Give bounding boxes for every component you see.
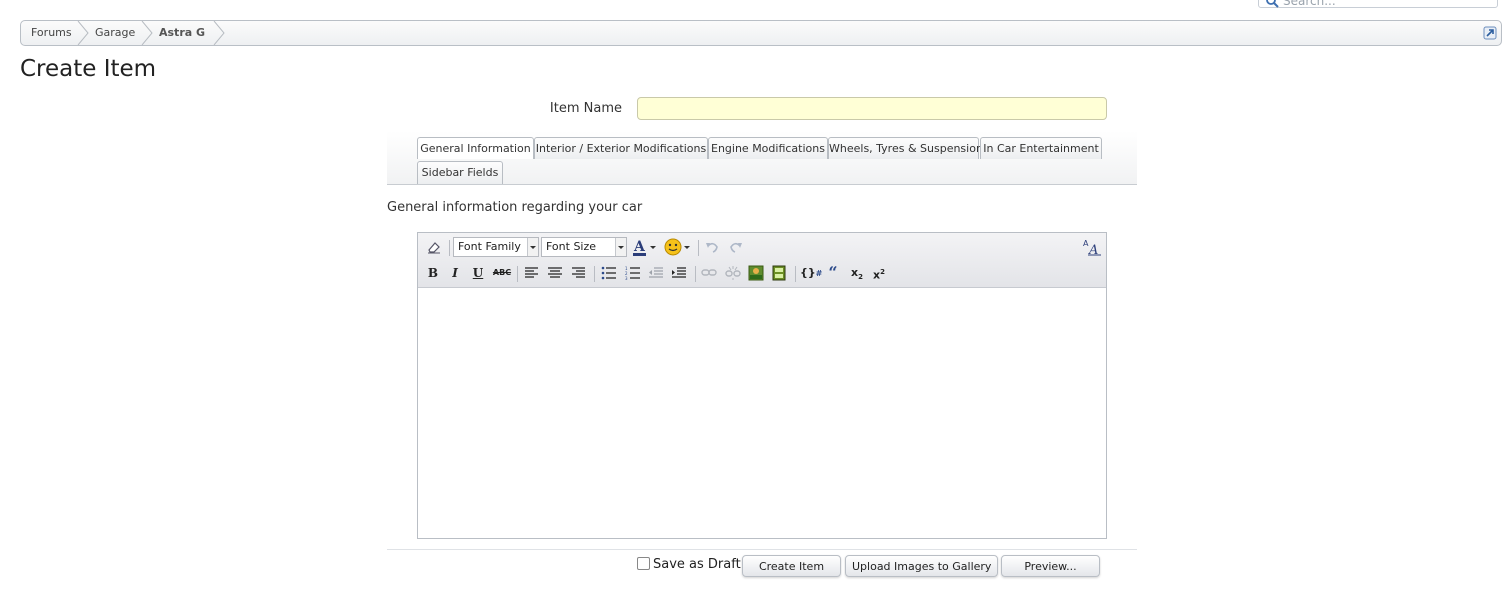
- search-icon: [1266, 0, 1279, 8]
- italic-icon[interactable]: I: [445, 263, 465, 283]
- tab-description: General information regarding your car: [387, 200, 643, 215]
- font-family-label: Font Family: [458, 240, 521, 253]
- upload-images-button[interactable]: Upload Images to Gallery: [845, 555, 998, 577]
- align-left-icon[interactable]: [522, 263, 542, 283]
- breadcrumb: Forums Garage Astra G: [20, 20, 1502, 46]
- tab-general-information[interactable]: General Information: [417, 137, 534, 159]
- breadcrumb-astra-g[interactable]: Astra G: [159, 21, 205, 45]
- save-as-draft-checkbox[interactable]: [637, 557, 650, 570]
- editor-toolbar: Font Family Font Size A AA B I U ABC 1 2…: [418, 233, 1106, 288]
- chevron-down-icon[interactable]: [682, 237, 692, 257]
- tab-bar: General Information Interior / Exterior …: [387, 131, 1137, 185]
- breadcrumb-garage[interactable]: Garage: [95, 21, 135, 45]
- jump-to-icon[interactable]: [1483, 26, 1497, 40]
- smiley-icon[interactable]: [663, 237, 683, 257]
- font-size-label: Font Size: [546, 240, 597, 253]
- rich-text-editor: Font Family Font Size A AA B I U ABC 1 2…: [417, 232, 1107, 539]
- media-icon[interactable]: [769, 263, 789, 283]
- page-title: Create Item: [20, 56, 157, 82]
- create-item-button[interactable]: Create Item: [742, 555, 841, 577]
- quote-icon[interactable]: “: [823, 263, 843, 283]
- subscript-icon[interactable]: x2: [847, 263, 867, 283]
- tab-wheels-tyres-suspension[interactable]: Wheels, Tyres & Suspension: [828, 137, 983, 159]
- toolbar-separator: [449, 240, 450, 256]
- underline-icon[interactable]: U: [468, 263, 488, 283]
- chevron-down-icon: [615, 238, 626, 256]
- outdent-icon[interactable]: [646, 263, 666, 283]
- save-as-draft-label[interactable]: Save as Draft: [653, 557, 741, 572]
- chevron-down-icon: [527, 238, 538, 256]
- tab-sidebar-fields[interactable]: Sidebar Fields: [417, 161, 503, 184]
- search-placeholder: Search...: [1283, 0, 1336, 8]
- breadcrumb-separator-icon: [141, 21, 153, 45]
- link-icon[interactable]: [699, 263, 719, 283]
- toggle-format-icon[interactable]: AA: [1082, 237, 1102, 258]
- remove-format-icon[interactable]: [424, 237, 444, 257]
- image-icon[interactable]: [746, 263, 766, 283]
- breadcrumb-separator-icon: [77, 21, 89, 45]
- toolbar-separator: [795, 266, 796, 282]
- tab-engine-modifications[interactable]: Engine Modifications: [708, 137, 828, 159]
- tab-in-car-entertainment[interactable]: In Car Entertainment: [980, 137, 1102, 159]
- code-icon[interactable]: {}#: [800, 263, 822, 283]
- undo-icon[interactable]: [702, 237, 722, 257]
- unlink-icon[interactable]: [723, 263, 743, 283]
- toolbar-separator: [517, 266, 518, 282]
- toolbar-separator: [594, 266, 595, 282]
- redo-icon[interactable]: [726, 237, 746, 257]
- font-family-select[interactable]: Font Family: [453, 237, 539, 257]
- strikethrough-icon[interactable]: ABC: [492, 263, 512, 283]
- text-color-icon[interactable]: A: [630, 237, 650, 257]
- superscript-icon[interactable]: x2: [869, 262, 889, 282]
- form-divider: [387, 549, 1137, 550]
- preview-button[interactable]: Preview...: [1001, 555, 1100, 577]
- bold-icon[interactable]: B: [423, 263, 443, 283]
- search-box[interactable]: Search...: [1258, 0, 1498, 8]
- toolbar-separator: [698, 240, 699, 256]
- item-name-input[interactable]: [637, 97, 1107, 120]
- breadcrumb-separator-icon: [213, 21, 225, 45]
- numbered-list-icon[interactable]: 123: [623, 263, 643, 283]
- toolbar-separator: [695, 266, 696, 282]
- align-center-icon[interactable]: [545, 263, 565, 283]
- indent-icon[interactable]: [669, 263, 689, 283]
- tab-interior-exterior-modifications[interactable]: Interior / Exterior Modifications: [534, 137, 708, 159]
- svg-text:A: A: [633, 239, 646, 255]
- breadcrumb-forums[interactable]: Forums: [31, 21, 72, 45]
- font-size-select[interactable]: Font Size: [541, 237, 627, 257]
- bullet-list-icon[interactable]: [599, 263, 619, 283]
- chevron-down-icon[interactable]: [648, 237, 658, 257]
- svg-text:3: 3: [625, 276, 628, 280]
- align-right-icon[interactable]: [568, 263, 588, 283]
- item-name-label: Item Name: [549, 101, 622, 116]
- editor-content-area[interactable]: [418, 288, 1106, 538]
